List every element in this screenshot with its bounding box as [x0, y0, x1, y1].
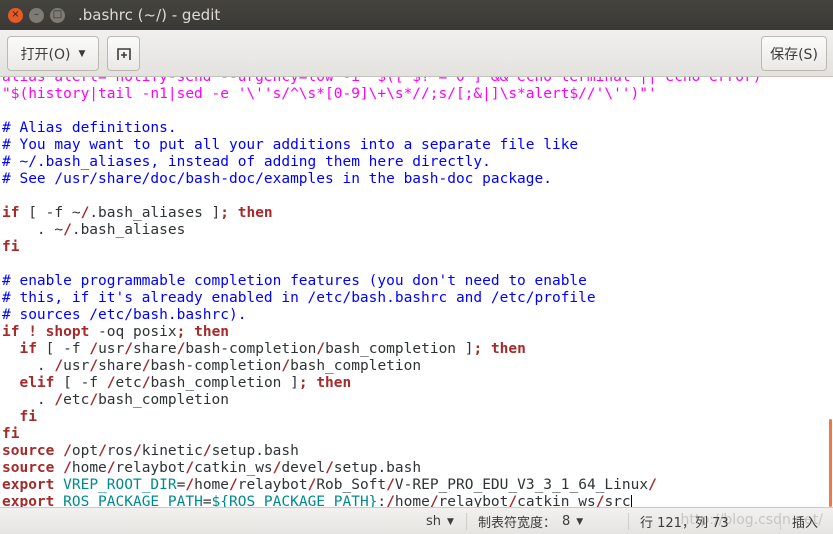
text-editor[interactable]: export ROS_PACKAGE_PATH=${ROS_PACKAGE_PA… [0, 77, 833, 507]
save-button[interactable]: 保存(S) [761, 36, 827, 71]
open-button-label: 打开(O) [20, 46, 71, 63]
code-line[interactable]: alias alert='notify-send --urgency=low -… [2, 77, 822, 86]
code-line[interactable]: # enable programmable completion feature… [2, 273, 822, 290]
divider [466, 513, 467, 530]
code-line[interactable]: export VREP_ROOT_DIR=/home/relaybot/Rob_… [2, 477, 822, 494]
chevron-down-icon: ▼ [78, 48, 86, 59]
title-bar: × – □ .bashrc (~/) - gedit [0, 0, 833, 30]
code-line[interactable]: # You may want to put all your additions… [2, 137, 822, 154]
maximize-window-button[interactable]: □ [50, 7, 65, 23]
language-selector[interactable]: sh ▼ [426, 508, 454, 534]
save-button-label: 保存(S) [770, 46, 818, 63]
scrollbar[interactable] [829, 419, 832, 507]
divider [780, 513, 781, 530]
divider [628, 513, 629, 530]
new-document-button[interactable] [107, 36, 140, 71]
code-line[interactable] [2, 188, 822, 205]
language-label: sh [426, 514, 442, 529]
close-window-button[interactable]: × [8, 7, 23, 23]
code-line[interactable]: "$(history|tail -n1|sed -e '\''s/^\s*[0-… [2, 86, 822, 103]
code-line[interactable]: # Alias definitions. [2, 120, 822, 137]
chevron-down-icon: ▼ [447, 516, 454, 527]
code-line[interactable]: elif [ -f /etc/bash_completion ]; then [2, 375, 822, 392]
code-line[interactable]: . ~/.bash_aliases [2, 222, 822, 239]
code-line[interactable]: source /opt/ros/kinetic/setup.bash [2, 443, 822, 460]
code-line[interactable]: source /home/relaybot/catkin_ws/devel/se… [2, 460, 822, 477]
code-line[interactable]: # sources /etc/bash.bashrc). [2, 307, 822, 324]
code-line[interactable]: fi [2, 426, 822, 443]
insert-mode-indicator[interactable]: 插入 [792, 508, 818, 534]
minimize-icon: – [34, 9, 39, 20]
status-bar: http://blog.csdn.net/ sh ▼ 制表符宽度： 8 ▼ 行 … [0, 507, 833, 534]
cursor-position-text: 行 121，列 73 [640, 516, 729, 531]
code-line[interactable]: # See /usr/share/doc/bash-doc/examples i… [2, 171, 822, 188]
code-line[interactable] [2, 103, 822, 120]
tab-width-selector[interactable]: 制表符宽度： 8 ▼ [478, 508, 583, 534]
text-cursor [630, 494, 632, 507]
minimize-window-button[interactable]: – [29, 7, 44, 23]
code-line[interactable]: fi [2, 239, 822, 256]
cursor-position: 行 121，列 73 [640, 508, 729, 534]
code-line[interactable]: export ROS_PACKAGE_PATH=${ROS_PACKAGE_PA… [2, 494, 822, 507]
code-line[interactable]: if [ -f /usr/share/bash-completion/bash_… [2, 341, 822, 358]
new-document-icon [116, 47, 131, 60]
tab-width-label: 制表符宽度： [478, 516, 557, 531]
window-title: .bashrc (~/) - gedit [78, 6, 221, 24]
code-line[interactable]: # ~/.bash_aliases, instead of adding the… [2, 154, 822, 171]
chevron-down-icon: ▼ [576, 516, 584, 527]
code-line[interactable] [2, 256, 822, 273]
code-line[interactable]: # this, if it's already enabled in /etc/… [2, 290, 822, 307]
insert-mode-label: 插入 [792, 516, 819, 531]
close-icon: × [11, 9, 20, 20]
tab-width-value: 8 [562, 514, 571, 529]
maximize-icon: □ [52, 9, 63, 20]
toolbar: 打开(O) ▼ 保存(S) [0, 30, 833, 77]
code-line[interactable]: . /usr/share/bash-completion/bash_comple… [2, 358, 822, 375]
code-line[interactable]: if [ -f ~/.bash_aliases ]; then [2, 205, 822, 222]
open-button[interactable]: 打开(O) ▼ [7, 36, 99, 71]
code-line[interactable]: fi [2, 409, 822, 426]
code-line[interactable]: if ! shopt -oq posix; then [2, 324, 822, 341]
code-line[interactable]: . /etc/bash_completion [2, 392, 822, 409]
